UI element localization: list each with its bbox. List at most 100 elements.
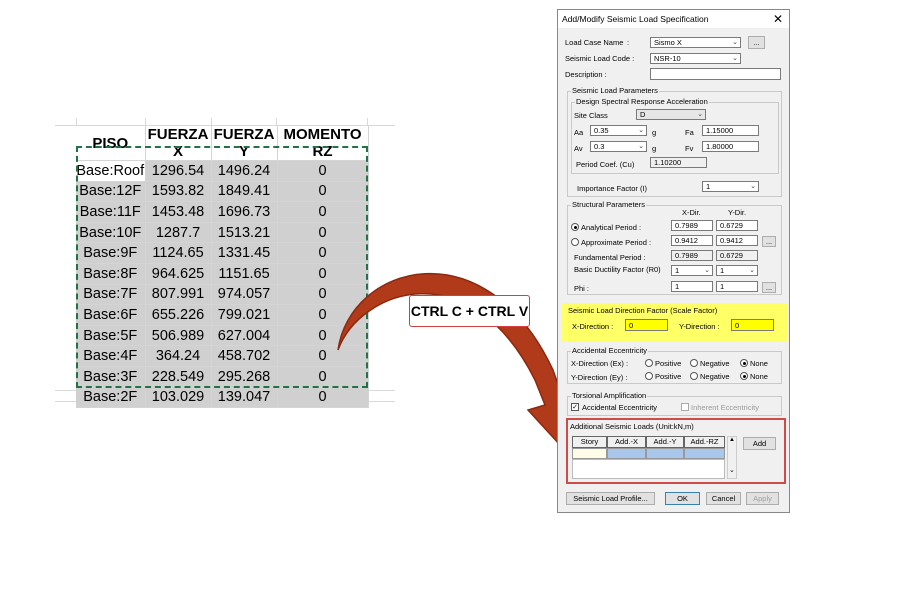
cell-momento-rz[interactable]: 0 [277,201,369,223]
cell-momento-rz[interactable]: 0 [277,222,369,244]
cell-fuerza-x[interactable]: 1287.7 [145,222,212,244]
ey-positive-radio[interactable] [645,372,653,380]
aa-select[interactable]: 0.35 ⌄ [590,125,647,136]
cell-piso[interactable]: Base:7F [76,284,146,306]
seismic-load-profile-button[interactable]: Seismic Load Profile... [566,492,655,505]
cell-fuerza-x[interactable]: 1296.54 [145,160,212,182]
cell-piso[interactable]: Base:11F [76,201,146,223]
approximate-period-more-button[interactable]: ... [762,236,776,247]
cell-fuerza-x[interactable]: 1124.65 [145,242,212,264]
cell-momento-rz[interactable]: 0 [277,284,369,306]
cell-piso[interactable]: Base:12F [76,181,146,203]
cell-piso[interactable]: Base:10F [76,222,146,244]
grid-cell-add-y[interactable] [646,448,684,459]
approximate-period-y[interactable]: 0.9412 [716,235,758,246]
grid-cell-story[interactable] [572,448,607,459]
cell-piso[interactable]: Base:6F [76,304,146,326]
inherent-eccentricity-checkbox[interactable] [681,403,689,411]
column-header-fuerza-y[interactable]: FUERZA Y [211,126,278,161]
cell-fuerza-y[interactable]: 1331.45 [211,242,278,264]
ey-negative-radio[interactable] [690,372,698,380]
cell-fuerza-y[interactable]: 974.057 [211,284,278,306]
analytical-period-radio[interactable] [571,223,579,231]
cell-fuerza-y[interactable]: 627.004 [211,325,278,347]
phi-y[interactable]: 1 [716,281,758,292]
grid-scrollbar[interactable]: ▲ ⌄ [727,436,737,479]
description-input[interactable] [650,68,781,80]
cell-piso[interactable]: Base:5F [76,325,146,347]
site-class-select[interactable]: D ⌄ [636,109,706,120]
av-select[interactable]: 0.3 ⌄ [590,141,647,152]
cell-fuerza-x[interactable]: 506.989 [145,325,212,347]
cell-momento-rz[interactable]: 0 [277,263,369,285]
analytical-period-y[interactable]: 0.6729 [716,220,758,231]
grid-cell-add-rz[interactable] [684,448,725,459]
cell-piso[interactable]: Base:4F [76,345,146,367]
analytical-period-x[interactable]: 0.7989 [671,220,713,231]
grid-header-add-x[interactable]: Add.-X [607,436,646,448]
cell-fuerza-y[interactable]: 139.047 [211,387,278,409]
cell-fuerza-x[interactable]: 1453.48 [145,201,212,223]
cell-momento-rz[interactable]: 0 [277,345,369,367]
cell-fuerza-y[interactable]: 799.021 [211,304,278,326]
ex-positive-radio[interactable] [645,359,653,367]
cell-fuerza-x[interactable]: 364.24 [145,345,212,367]
cell-momento-rz[interactable]: 0 [277,387,369,409]
apply-button[interactable]: Apply [746,492,779,505]
cell-momento-rz[interactable]: 0 [277,325,369,347]
load-case-more-button[interactable]: ... [748,36,765,49]
ex-negative-radio[interactable] [690,359,698,367]
ex-none-radio[interactable] [740,359,748,367]
grid-header-add-y[interactable]: Add.-Y [646,436,684,448]
column-header-fuerza-x[interactable]: FUERZA X [145,126,212,161]
cell-fuerza-y[interactable]: 1513.21 [211,222,278,244]
cell-piso[interactable]: Base:8F [76,263,146,285]
cell-fuerza-y[interactable]: 1496.24 [211,160,278,182]
approximate-period-x[interactable]: 0.9412 [671,235,713,246]
cell-fuerza-x[interactable]: 103.029 [145,387,212,409]
seismic-load-code-select[interactable]: NSR-10 ⌄ [650,53,741,64]
cell-momento-rz[interactable]: 0 [277,181,369,203]
accidental-eccentricity-checkbox[interactable]: ✓ [571,403,579,411]
cell-fuerza-x[interactable]: 964.625 [145,263,212,285]
cell-fuerza-x[interactable]: 655.226 [145,304,212,326]
cell-fuerza-x[interactable]: 228.549 [145,366,212,388]
cell-piso[interactable]: Base:2F [76,387,146,409]
ey-none-radio[interactable] [740,372,748,380]
cell-fuerza-y[interactable]: 1696.73 [211,201,278,223]
y-direction-input[interactable]: 0 [731,319,774,331]
cell-piso[interactable]: Base:Roof [76,160,146,182]
scroll-down-icon[interactable]: ⌄ [729,466,735,474]
column-header-piso[interactable]: PISO [76,126,146,161]
cell-momento-rz[interactable]: 0 [277,242,369,264]
grid-header-add-rz[interactable]: Add.-RZ [684,436,725,448]
ductility-factor-y[interactable]: 1 ⌄ [716,265,758,276]
cell-piso[interactable]: Base:9F [76,242,146,264]
cell-fuerza-x[interactable]: 1593.82 [145,181,212,203]
cell-fuerza-y[interactable]: 295.268 [211,366,278,388]
approximate-period-radio[interactable] [571,238,579,246]
cell-fuerza-x[interactable]: 807.991 [145,284,212,306]
importance-factor-select[interactable]: 1 ⌄ [702,181,759,192]
cell-fuerza-y[interactable]: 1849.41 [211,181,278,203]
cell-fuerza-y[interactable]: 458.702 [211,345,278,367]
grid-cell-add-x[interactable] [607,448,646,459]
cell-momento-rz[interactable]: 0 [277,366,369,388]
close-icon[interactable]: ✕ [773,12,783,26]
add-button[interactable]: Add [743,437,776,450]
load-case-name-select[interactable]: Sismo X ⌄ [650,37,741,48]
ductility-factor-x[interactable]: 1 ⌄ [671,265,713,276]
phi-x[interactable]: 1 [671,281,713,292]
cell-momento-rz[interactable]: 0 [277,160,369,182]
spreadsheet-table[interactable]: PISO FUERZA X FUERZA Y MOMENTO RZ Base:R… [76,126,369,409]
fv-input[interactable]: 1.80000 [702,141,759,152]
grid-header-story[interactable]: Story [572,436,607,448]
cell-momento-rz[interactable]: 0 [277,304,369,326]
phi-more-button[interactable]: ... [762,282,776,293]
cell-fuerza-y[interactable]: 1151.65 [211,263,278,285]
fa-input[interactable]: 1.15000 [702,125,759,136]
scroll-up-icon[interactable]: ▲ [729,437,735,443]
ok-button[interactable]: OK [665,492,700,505]
column-header-momento-rz[interactable]: MOMENTO RZ [277,126,369,161]
x-direction-input[interactable]: 0 [625,319,668,331]
